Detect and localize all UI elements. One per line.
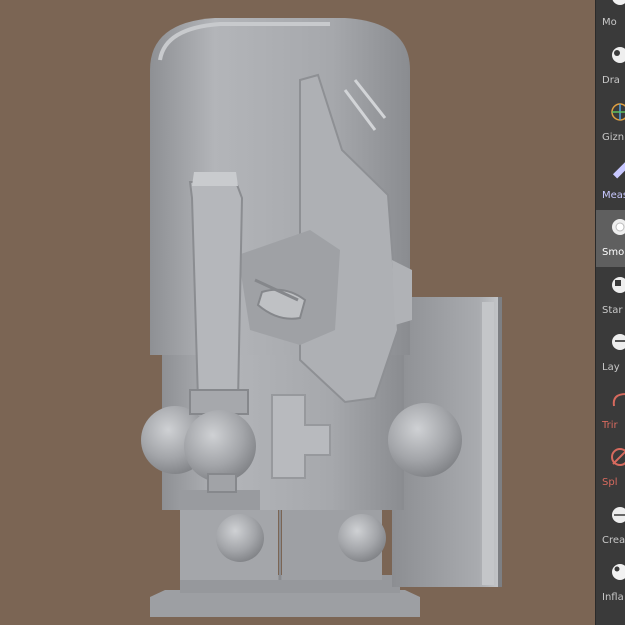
trim-brush-icon <box>612 392 625 406</box>
tool-stamp-brush[interactable]: Star <box>596 268 625 325</box>
tool-crease-brush[interactable]: Crea <box>596 498 625 555</box>
tool-label: Infla <box>602 592 624 603</box>
tool-measure[interactable]: Meas <box>596 153 625 210</box>
tool-split-brush[interactable]: Spl <box>596 440 625 497</box>
tool-inflate-brush[interactable]: Infla <box>596 555 625 612</box>
split-brush-icon <box>611 448 625 466</box>
stamp-brush-icon <box>612 276 625 293</box>
tool-label: Star <box>602 304 623 316</box>
smooth-brush-icon <box>612 219 625 235</box>
tool-label: Spl <box>602 477 618 488</box>
tool-layer-brush[interactable]: Lay <box>596 325 625 382</box>
tool-label: Gizn <box>602 132 625 143</box>
right-knee <box>338 514 386 562</box>
tool-label: Mo <box>602 17 617 28</box>
gizmo-icon <box>611 103 625 121</box>
tool-label: Trir <box>602 419 618 431</box>
tool-smooth-brush[interactable]: Smo <box>596 210 625 267</box>
tool-move-brush[interactable]: Mo <box>596 0 625 37</box>
move-brush-icon <box>612 0 625 5</box>
left-knee <box>216 514 264 562</box>
tool-panel: Mo Dra Gizn Meas Smo Star Lay Trir Spl Crea Infla <box>595 0 625 625</box>
draw-brush-icon <box>612 46 625 63</box>
base-plate <box>150 590 420 617</box>
tool-label: Meas <box>602 189 625 201</box>
measure-icon <box>612 161 625 178</box>
right-arm <box>388 403 462 477</box>
tool-trim-brush[interactable]: Trir <box>596 383 625 440</box>
sword-pommel <box>207 473 237 493</box>
sculpt-model[interactable] <box>0 0 595 625</box>
tool-label: Dra <box>602 74 620 86</box>
crease-brush-icon <box>612 506 625 523</box>
sword-fist <box>184 410 256 482</box>
tool-gizmo[interactable]: Gizn <box>596 95 625 152</box>
tool-label: Crea <box>602 534 625 546</box>
3d-viewport[interactable] <box>0 0 595 625</box>
sword-blade <box>188 181 244 401</box>
tool-label: Smo <box>602 247 625 258</box>
layer-brush-icon <box>612 334 625 350</box>
tool-label: Lay <box>602 362 620 373</box>
tool-draw-brush[interactable]: Dra <box>596 38 625 95</box>
inflate-brush-icon <box>612 564 625 580</box>
